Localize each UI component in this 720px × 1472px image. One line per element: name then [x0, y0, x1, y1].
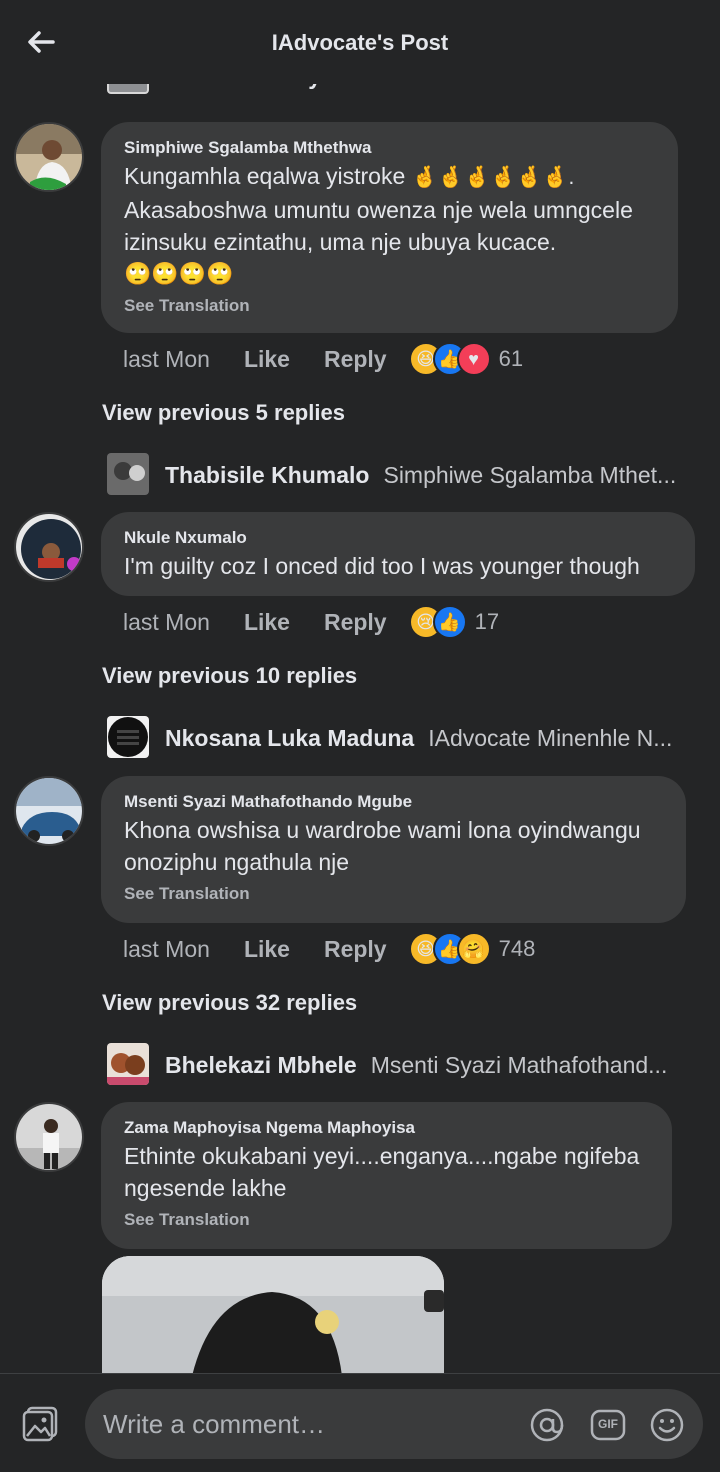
avatar — [107, 453, 149, 495]
comment-author[interactable]: Simphiwe Sgalamba Mthethwa — [124, 136, 656, 160]
reply-preview-text: Simphiwe Sgalamba Mthet... — [383, 461, 677, 488]
reply-preview-row[interactable]: Thabisile Khumalo Simphiwe Sgalamba Mthe… — [107, 453, 697, 497]
see-translation-link[interactable]: See Translation — [124, 1208, 650, 1232]
comment-text-line: Khona owshisa u wardrobe wami lona oyind… — [124, 817, 641, 843]
emoji-run: 🤞🤞🤞🤞🤞🤞. — [411, 166, 575, 189]
reply-preview-text: Msenti Syazi Mathafothand... — [370, 1051, 668, 1078]
care-reaction-icon: 🤗 — [456, 932, 491, 966]
comment-timestamp[interactable]: last Mon — [123, 936, 210, 963]
reply-author-name[interactable]: Bhelekazi Mbhele — [165, 1052, 357, 1079]
at-sign-icon — [530, 1408, 564, 1442]
page-title: IAdvocate's Post — [271, 30, 449, 55]
comment-actions: last Mon Like Reply 😆 👍 ♥ 61 — [123, 342, 523, 376]
like-button[interactable]: Like — [244, 936, 290, 963]
top-bar: IAdvocate's Post — [0, 0, 720, 84]
comment-text-line: Ethinte okukabani yeyi....enganya....nga… — [124, 1143, 640, 1169]
comment-bubble[interactable]: Simphiwe Sgalamba Mthethwa Kungamhla eqa… — [101, 122, 678, 333]
avatar — [107, 716, 149, 758]
reply-preview-text: IAdvocate Minenhle N... — [428, 724, 673, 751]
photo-button[interactable] — [22, 1406, 60, 1442]
reply-button[interactable]: Reply — [324, 609, 387, 636]
view-previous-replies-link[interactable]: View previous 32 replies — [102, 990, 357, 1016]
reaction-count: 748 — [498, 936, 536, 961]
avatar — [107, 1043, 149, 1085]
comment-text-line: ngesende lakhe — [124, 1175, 287, 1201]
comment-text: I'm guilty coz I onced did too I was you… — [124, 553, 640, 579]
comment-text-line: izinsuku ezintathu, uma nje ubuya kucace… — [124, 229, 557, 255]
comment-bubble[interactable]: Msenti Syazi Mathafothando Mgube Khona o… — [101, 776, 686, 923]
like-button[interactable]: Like — [244, 609, 290, 636]
comment-timestamp[interactable]: last Mon — [123, 346, 210, 373]
avatar[interactable] — [14, 512, 84, 582]
like-button[interactable]: Like — [244, 346, 290, 373]
reply-author-name[interactable]: Nkosana Luka Maduna — [165, 725, 414, 752]
reply-button[interactable]: Reply — [324, 346, 387, 373]
gif-label: GIF — [598, 1417, 618, 1431]
reply-button[interactable]: Reply — [324, 936, 387, 963]
comment-actions: last Mon Like Reply 😢 👍 17 — [123, 605, 499, 639]
reply-preview-row[interactable]: Bhelekazi Mbhele Msenti Syazi Mathafotha… — [107, 1043, 697, 1087]
comment-text-line: Akasaboshwa umuntu owenza nje wela umngc… — [124, 197, 633, 223]
smiley-icon — [650, 1408, 684, 1442]
image-icon — [22, 1406, 58, 1442]
reactions-summary[interactable]: 😢 👍 17 — [408, 605, 500, 639]
emoji-run: 🙄🙄🙄🙄 — [124, 261, 234, 286]
avatar[interactable] — [14, 1102, 84, 1172]
comment-photo-attachment[interactable] — [102, 1256, 444, 1376]
see-translation-link[interactable]: See Translation — [124, 882, 664, 906]
view-previous-replies-link[interactable]: View previous 5 replies — [102, 400, 345, 426]
comment-input[interactable] — [103, 1401, 523, 1447]
avatar[interactable] — [14, 122, 84, 192]
reaction-count: 17 — [474, 609, 500, 634]
comment-bubble[interactable]: Nkule Nxumalo I'm guilty coz I onced did… — [101, 512, 695, 596]
gif-button[interactable]: GIF — [590, 1407, 626, 1443]
view-previous-replies-link[interactable]: View previous 10 replies — [102, 663, 357, 689]
reactions-summary[interactable]: 😆 👍 🤗 748 — [408, 932, 536, 966]
comment-composer: GIF — [0, 1373, 720, 1472]
comment-input-wrapper: GIF — [85, 1389, 703, 1459]
comment-text: Kungamhla eqalwa yistroke 🤞🤞🤞🤞🤞🤞. — [124, 160, 656, 194]
comment-actions: last Mon Like Reply 😆 👍 🤗 748 — [123, 932, 535, 966]
avatar[interactable] — [14, 776, 84, 846]
reactions-summary[interactable]: 😆 👍 ♥ 61 — [408, 342, 524, 376]
comment-text-line: Kungamhla eqalwa yistroke — [124, 163, 406, 189]
comment-bubble[interactable]: Zama Maphoyisa Ngema Maphoyisa Ethinte o… — [101, 1102, 672, 1249]
comment-author[interactable]: Msenti Syazi Mathafothando Mgube — [124, 790, 664, 814]
emoji-button[interactable] — [649, 1407, 685, 1443]
reply-preview-row[interactable]: Nkosana Luka Maduna IAdvocate Minenhle N… — [107, 716, 697, 760]
love-reaction-icon: ♥ — [456, 342, 491, 376]
comment-author[interactable]: Zama Maphoyisa Ngema Maphoyisa — [124, 1116, 650, 1140]
comment-author[interactable]: Nkule Nxumalo — [124, 526, 673, 550]
reaction-count: 61 — [498, 346, 524, 371]
like-reaction-icon: 👍 — [432, 605, 467, 639]
mention-button[interactable] — [529, 1407, 565, 1443]
see-translation-link[interactable]: See Translation — [124, 294, 656, 318]
comment-timestamp[interactable]: last Mon — [123, 609, 210, 636]
reply-author-name[interactable]: Thabisile Khumalo — [165, 462, 369, 489]
comment-text-line: onoziphu ngathula nje — [124, 849, 350, 875]
